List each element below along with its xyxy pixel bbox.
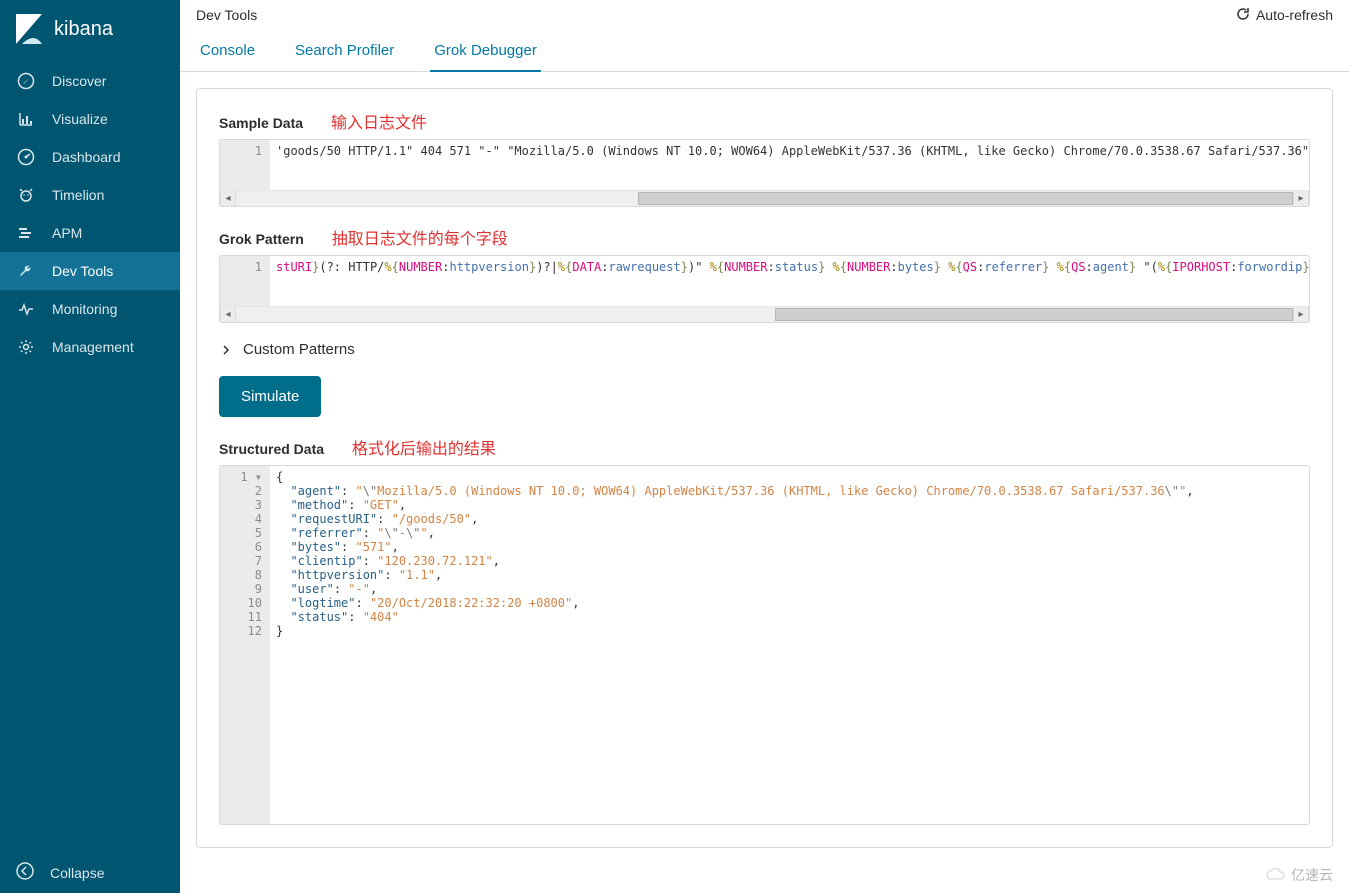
gauge-icon [16,147,36,167]
structured-annotation: 格式化后输出的结果 [352,441,496,458]
pattern-scrollbar[interactable]: ◂ ▸ [220,306,1309,322]
gutter: 1 ▾23456789101112 [220,466,270,824]
scroll-left-icon[interactable]: ◂ [220,307,236,322]
tab-search-profiler[interactable]: Search Profiler [291,30,398,71]
collapse-label: Collapse [50,865,104,881]
pattern-annotation: 抽取日志文件的每个字段 [332,231,508,248]
chart-icon [16,109,36,129]
sidebar: kibana Discover Visualize Dashboard Timelio… [0,0,180,893]
pattern-text[interactable]: stURI}(?: HTTP/%{NUMBER:httpversion})?|%… [270,256,1309,306]
sidebar-item-label: Discover [52,73,106,89]
sample-scrollbar[interactable]: ◂ ▸ [220,190,1309,206]
gear-icon [16,337,36,357]
content: Sample Data 输入日志文件 1 'goods/50 HTTP/1.1"… [180,72,1349,893]
sidebar-item-management[interactable]: Management [0,328,180,366]
scroll-thumb[interactable] [638,192,1293,205]
gutter: 1 [220,256,270,306]
kibana-logo-icon [16,14,42,44]
auto-refresh-button[interactable]: Auto-refresh [1236,7,1333,24]
apm-icon [16,223,36,243]
tabs: Console Search Profiler Grok Debugger [180,30,1349,72]
sidebar-item-label: Monitoring [52,301,117,317]
custom-patterns-label: Custom Patterns [243,341,355,358]
sample-text[interactable]: 'goods/50 HTTP/1.1" 404 571 "-" "Mozilla… [270,140,1309,190]
sidebar-item-label: Visualize [52,111,108,127]
sample-annotation: 输入日志文件 [331,115,427,132]
scroll-right-icon[interactable]: ▸ [1293,307,1309,322]
tab-console[interactable]: Console [196,30,259,71]
collapse-button[interactable]: Collapse [0,852,180,893]
sidebar-item-dashboard[interactable]: Dashboard [0,138,180,176]
scroll-left-icon[interactable]: ◂ [220,191,236,206]
sidebar-item-discover[interactable]: Discover [0,62,180,100]
structured-data-label: Structured Data [219,441,324,457]
auto-refresh-label: Auto-refresh [1256,7,1333,23]
brand-name: kibana [54,18,113,41]
sidebar-item-monitoring[interactable]: Monitoring [0,290,180,328]
sidebar-item-dev-tools[interactable]: Dev Tools [0,252,180,290]
scroll-thumb[interactable] [775,308,1293,321]
sidebar-item-label: Dashboard [52,149,121,165]
page-title: Dev Tools [196,7,257,23]
simulate-button[interactable]: Simulate [219,376,321,417]
sample-data-label: Sample Data [219,115,303,131]
nav: Discover Visualize Dashboard Timelion APM Dev… [0,62,180,852]
chevron-right-icon [219,343,233,357]
sidebar-item-apm[interactable]: APM [0,214,180,252]
sidebar-item-label: Dev Tools [52,263,113,279]
sidebar-item-label: APM [52,225,82,241]
wrench-icon [16,261,36,281]
gutter: 1 [220,140,270,190]
timelion-icon [16,185,36,205]
main: Dev Tools Auto-refresh Console Search Pro… [180,0,1349,893]
logo: kibana [0,0,180,62]
structured-text: { "agent": "\"Mozilla/5.0 (Windows NT 10… [270,466,1309,824]
custom-patterns-toggle[interactable]: Custom Patterns [219,337,1310,362]
grok-pattern-editor[interactable]: 1 stURI}(?: HTTP/%{NUMBER:httpversion})?… [219,255,1310,323]
topbar: Dev Tools Auto-refresh [180,0,1349,30]
arrow-left-icon [16,862,34,883]
heartbeat-icon [16,299,36,319]
grok-pattern-label: Grok Pattern [219,231,304,247]
structured-data-output[interactable]: 1 ▾23456789101112 { "agent": "\"Mozilla/… [219,465,1310,825]
refresh-icon [1236,7,1250,24]
sample-data-editor[interactable]: 1 'goods/50 HTTP/1.1" 404 571 "-" "Mozil… [219,139,1310,207]
compass-icon [16,71,36,91]
sidebar-item-label: Management [52,339,134,355]
grok-panel: Sample Data 输入日志文件 1 'goods/50 HTTP/1.1"… [196,88,1333,848]
sidebar-item-label: Timelion [52,187,104,203]
sidebar-item-visualize[interactable]: Visualize [0,100,180,138]
sidebar-item-timelion[interactable]: Timelion [0,176,180,214]
tab-grok-debugger[interactable]: Grok Debugger [430,30,541,71]
scroll-right-icon[interactable]: ▸ [1293,191,1309,206]
